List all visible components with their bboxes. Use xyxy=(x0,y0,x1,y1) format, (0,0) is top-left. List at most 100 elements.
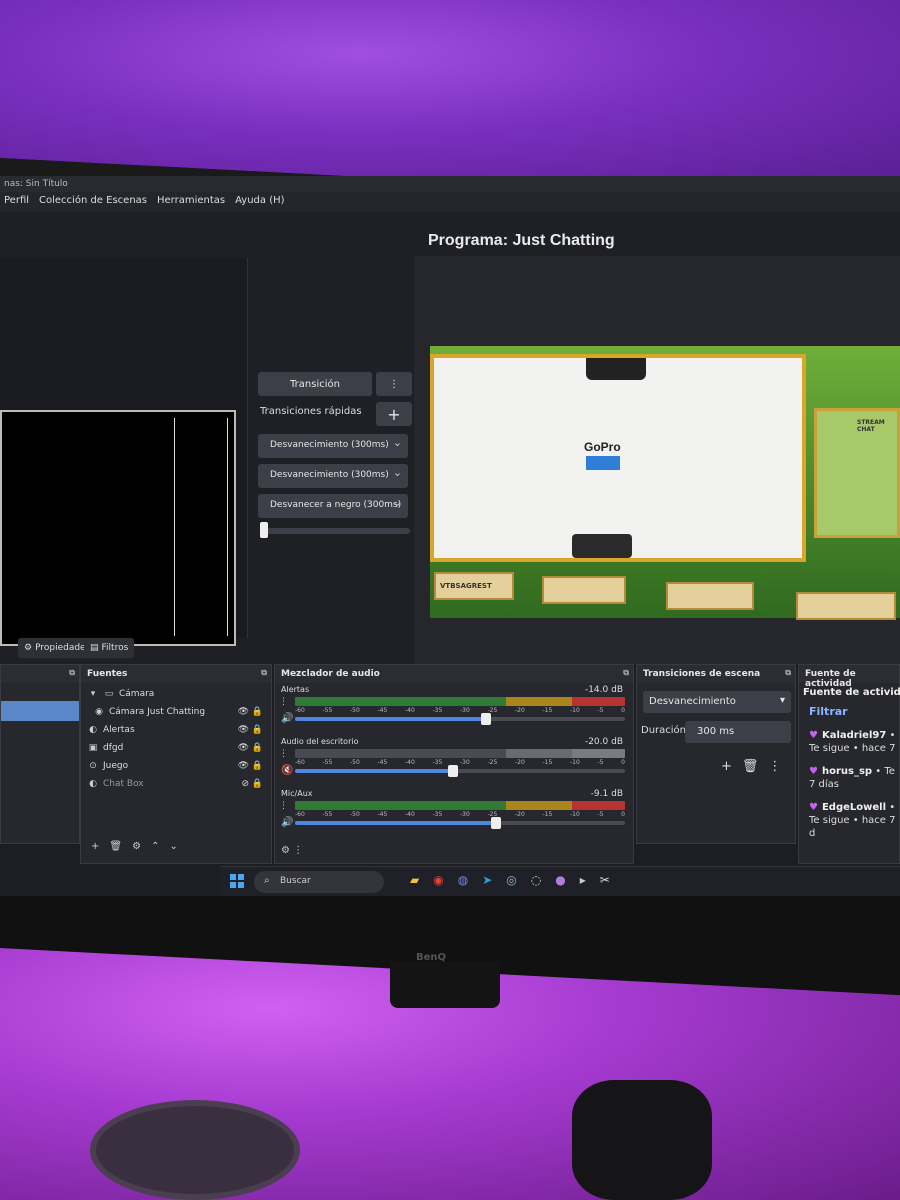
speaker-icon[interactable]: 🔊 xyxy=(281,817,293,828)
transition-select[interactable]: Desvanecimiento xyxy=(643,691,791,713)
duration-input[interactable]: 300 ms xyxy=(685,721,791,743)
eye-icon[interactable]: 👁 xyxy=(238,725,249,735)
trash-icon[interactable]: 🗑 xyxy=(742,759,759,774)
add-quick-transition-button[interactable]: + xyxy=(376,402,412,426)
capcut-icon[interactable]: ✂ xyxy=(600,873,610,887)
discord-icon[interactable]: ◍ xyxy=(458,873,468,887)
lock-icon[interactable]: 🔒 xyxy=(252,761,263,771)
menu-ayuda[interactable]: Ayuda (H) xyxy=(235,195,284,209)
desk-object xyxy=(572,1080,712,1200)
add-source-button[interactable]: + xyxy=(91,841,99,852)
dock-float-icon[interactable]: ⧉ xyxy=(785,668,791,678)
lock-icon[interactable]: 🔒 xyxy=(252,725,263,735)
eye-icon[interactable]: 👁 xyxy=(238,743,249,753)
taskbar-search[interactable]: ⌕ Buscar xyxy=(254,871,384,893)
channel-name: Audio del escritorio xyxy=(281,737,359,746)
t-bar-track[interactable] xyxy=(260,528,410,534)
source-item[interactable]: ⊙ Juego 👁 🔒 xyxy=(81,757,271,775)
dock-float-icon[interactable]: ⧉ xyxy=(623,668,629,678)
more-vertical-icon[interactable]: ⋮ xyxy=(279,749,288,759)
menu-coleccion-escenas[interactable]: Colección de Escenas xyxy=(39,195,147,209)
audio-mixer-dock: Mezclador de audio ⧉ Alertas ⋮ -60 -55 -50-… xyxy=(274,664,634,864)
t-bar-handle[interactable] xyxy=(260,522,268,538)
dock-area: ⧉ Fuentes ⧉ ▾ ▭ Cámara ◉ Cámara Just Chattin… xyxy=(0,664,900,896)
source-item[interactable]: ◐ Alertas 👁 🔒 xyxy=(81,721,271,739)
mixer-settings-icon[interactable]: ⚙ ⋮ xyxy=(281,845,303,856)
lock-icon[interactable]: 🔒 xyxy=(252,779,263,789)
meter-tick-label: -15 xyxy=(542,811,553,818)
meter-tick-label: -60 xyxy=(295,811,305,818)
more-vertical-icon[interactable]: ⋮ xyxy=(768,759,781,774)
trash-icon[interactable]: 🗑 xyxy=(109,841,122,852)
browser-icon: ◐ xyxy=(89,725,97,735)
meter-tick-label: -60 xyxy=(295,707,305,714)
filter-icon: ▤ xyxy=(90,643,99,653)
lock-icon[interactable]: 🔒 xyxy=(252,743,263,753)
terminal-icon[interactable]: ▸ xyxy=(580,873,586,887)
camera-top-icon xyxy=(586,358,646,380)
meter-tick-label: -45 xyxy=(377,707,388,714)
gopro-logo: GoPro xyxy=(584,440,621,454)
dock-float-icon[interactable]: ⧉ xyxy=(261,668,267,678)
meter-ticks: -60 -55 -50 -45 -40 -35 -30 -25 -20 -15 -10 -5 0 xyxy=(295,759,625,766)
meter-tick-label: -30 xyxy=(460,811,470,818)
meter-tick-label: -55 xyxy=(322,811,333,818)
activity-dock-header: Fuente de actividad xyxy=(799,665,899,689)
volume-meter xyxy=(295,801,625,810)
speaker-icon[interactable]: 🔊 xyxy=(281,713,293,724)
preview-canvas[interactable] xyxy=(0,410,236,646)
more-vertical-icon[interactable]: ⋮ xyxy=(376,372,412,396)
move-down-icon[interactable]: ⌄ xyxy=(169,841,177,852)
transition-panel: Transición ⋮ Transiciones rápidas + Desv… xyxy=(258,372,414,552)
meter-tick-label: -30 xyxy=(460,759,470,766)
steam-icon[interactable]: ◎ xyxy=(506,873,516,887)
obs-icon[interactable]: ◌ xyxy=(531,873,541,887)
transition-button[interactable]: Transición xyxy=(258,372,372,396)
quick-transition-2[interactable]: Desvanecimiento (300ms) xyxy=(258,464,408,488)
windows-start-icon[interactable] xyxy=(230,874,244,888)
source-item[interactable]: ▣ dfgd 👁 🔒 xyxy=(81,739,271,757)
gopro-badge xyxy=(586,456,620,470)
volume-fader[interactable] xyxy=(295,713,625,725)
scene-item-selected[interactable] xyxy=(1,701,79,721)
telegram-icon[interactable]: ➤ xyxy=(482,873,492,887)
github-icon[interactable]: ● xyxy=(555,873,565,887)
meter-tick-label: -60 xyxy=(295,759,305,766)
filter-button[interactable]: Filtrar xyxy=(809,705,848,718)
eye-icon[interactable]: 👁 xyxy=(238,707,249,717)
menu-herramientas[interactable]: Herramientas xyxy=(157,195,225,209)
speaker-muted-icon[interactable]: 🔇 xyxy=(281,765,293,776)
search-icon: ⌕ xyxy=(264,875,270,886)
add-transition-button[interactable]: + xyxy=(721,759,732,774)
eye-icon[interactable]: 👁 xyxy=(238,761,249,771)
volume-fader[interactable] xyxy=(295,765,625,777)
filters-button[interactable]: ▤ Filtros xyxy=(84,638,135,658)
meter-tick-label: -5 xyxy=(597,811,604,818)
move-up-icon[interactable]: ⌃ xyxy=(151,841,159,852)
dock-float-icon[interactable]: ⧉ xyxy=(69,668,75,678)
scene-transitions-dock: Transiciones de escena ⧉ Desvanecimiento … xyxy=(636,664,796,844)
chrome-icon[interactable]: ◉ xyxy=(433,873,443,887)
monitor-stand xyxy=(390,962,500,1008)
lock-icon[interactable]: 🔒 xyxy=(252,707,263,717)
scroll-banner: VTBSAGREST xyxy=(434,572,514,600)
source-item[interactable]: ◉ Cámara Just Chatting 👁 🔒 xyxy=(81,703,271,721)
quick-transition-1[interactable]: Desvanecimiento (300ms) xyxy=(258,434,408,458)
more-vertical-icon[interactable]: ⋮ xyxy=(279,697,288,707)
eye-hidden-icon[interactable]: ⊘ xyxy=(241,779,249,789)
source-item[interactable]: ◐ Chat Box ⊘ 🔒 xyxy=(81,775,271,793)
volume-fader[interactable] xyxy=(295,817,625,829)
coaster xyxy=(90,1100,300,1200)
menu-perfil[interactable]: Perfil xyxy=(4,195,29,209)
meter-tick-label: -35 xyxy=(432,707,443,714)
scroll-banner xyxy=(796,592,896,620)
meter-tick-label: -50 xyxy=(350,707,360,714)
heart-icon: ♥ xyxy=(809,730,818,741)
source-item[interactable]: ▾ ▭ Cámara xyxy=(81,685,271,703)
gear-icon[interactable]: ⚙ xyxy=(132,841,141,852)
quick-transition-3[interactable]: Desvanecer a negro (300ms) xyxy=(258,494,408,518)
more-vertical-icon[interactable]: ⋮ xyxy=(279,801,288,811)
folder-icon[interactable]: ▰ xyxy=(410,873,419,887)
gamepad-icon: ⊙ xyxy=(89,761,97,771)
channel-name: Alertas xyxy=(281,685,310,694)
